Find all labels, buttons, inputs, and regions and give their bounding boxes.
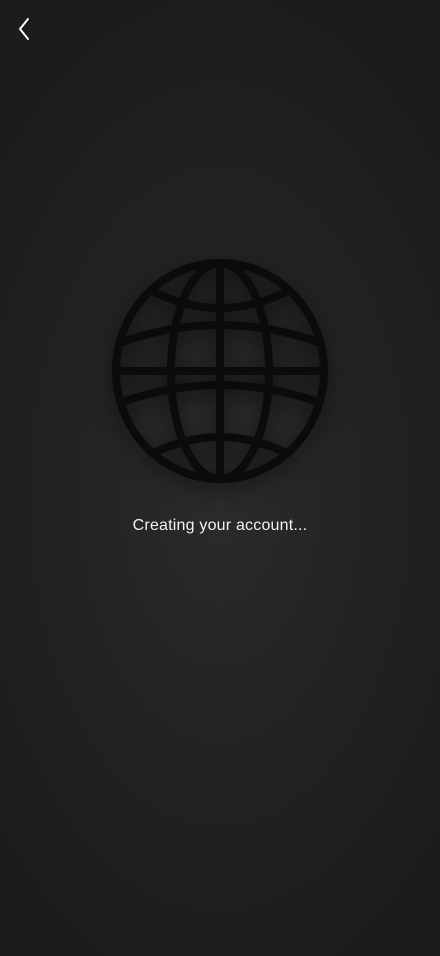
loading-status-text: Creating your account...	[132, 517, 308, 534]
globe-icon	[108, 256, 332, 486]
back-button[interactable]	[10, 12, 38, 46]
chevron-left-icon	[19, 18, 29, 40]
